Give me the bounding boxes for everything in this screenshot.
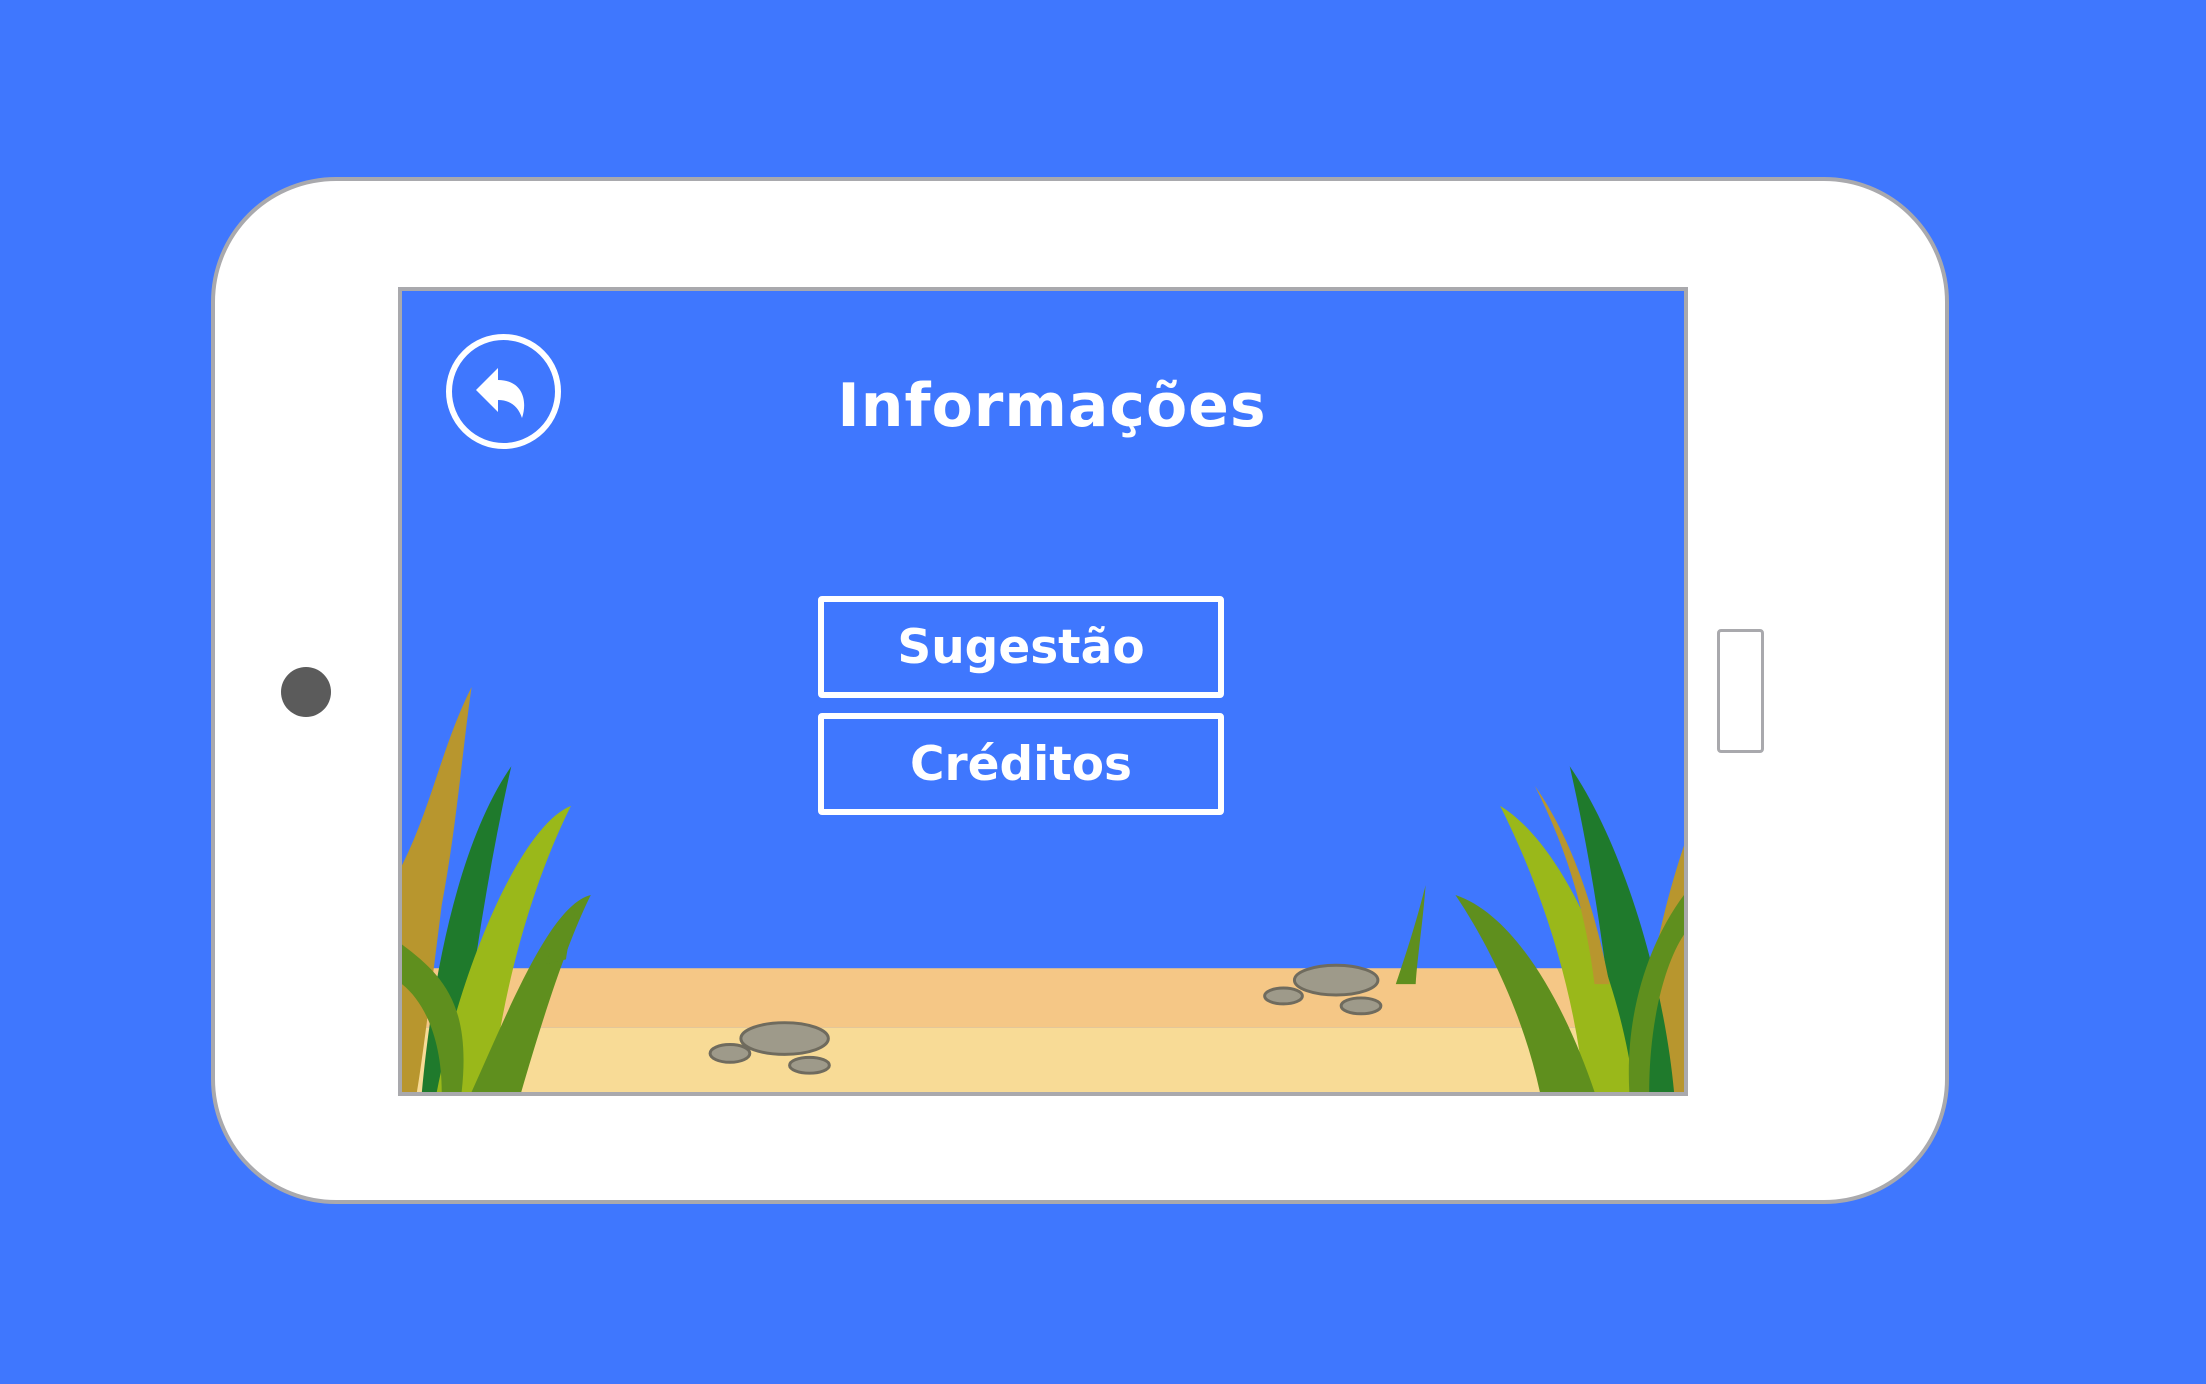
creditos-button[interactable]: Créditos <box>818 713 1224 815</box>
page-title: Informações <box>837 371 1267 441</box>
home-button <box>1717 629 1764 753</box>
sand-dark <box>402 968 1684 1028</box>
camera-icon <box>281 667 331 717</box>
sugestao-button[interactable]: Sugestão <box>818 596 1224 698</box>
sand-light <box>402 1027 1684 1092</box>
app-screen: Informações Sugestão Créditos <box>398 287 1688 1096</box>
